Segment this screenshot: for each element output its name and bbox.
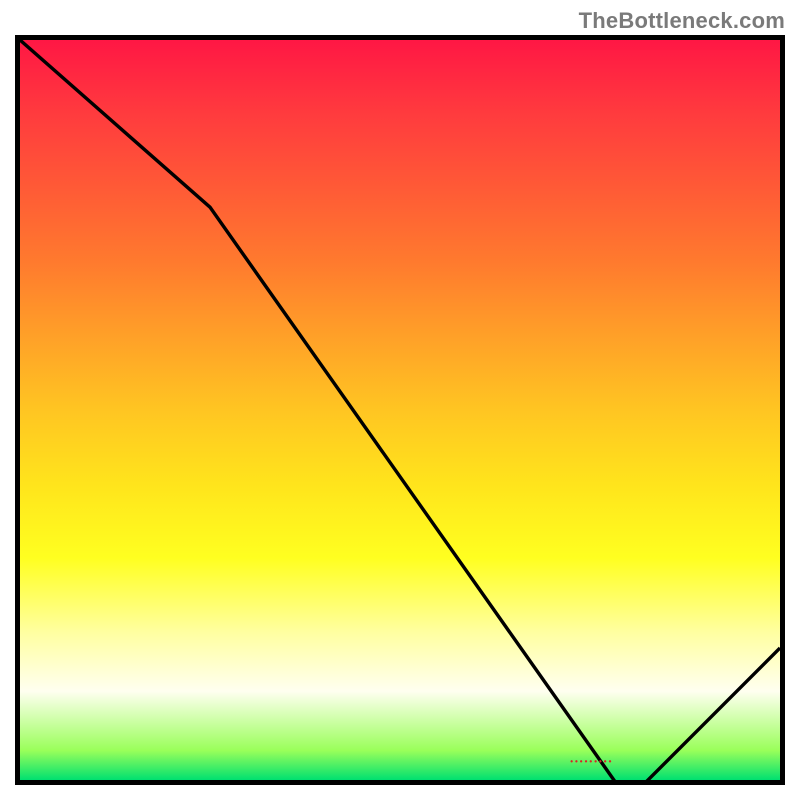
chart-frame: •••••••••: [15, 35, 785, 785]
annotation-marker: •••••••••: [570, 757, 613, 766]
heat-gradient-background: [20, 40, 780, 780]
watermark-text: TheBottleneck.com: [579, 8, 785, 34]
